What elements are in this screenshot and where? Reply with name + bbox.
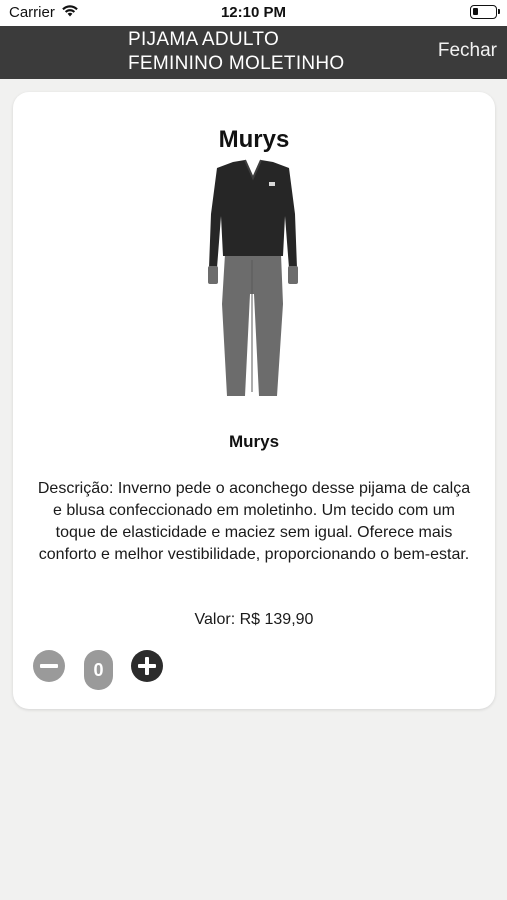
plus-circle-icon[interactable] xyxy=(131,650,163,682)
product-description: Descrição: Inverno pede o aconchego dess… xyxy=(37,480,471,563)
battery-icon xyxy=(470,5,500,19)
navigation-bar: PIJAMA ADULTO FEMININO MOLETINHO Fechar xyxy=(0,26,507,79)
page-title-line-2: FEMININO MOLETINHO xyxy=(128,53,345,74)
product-name: Murys xyxy=(228,432,280,451)
status-time: 12:10 PM xyxy=(220,4,287,21)
quantity-value: 0 xyxy=(84,650,113,690)
product-price: Valor: R$ 139,90 xyxy=(194,611,314,628)
close-button[interactable]: Fechar xyxy=(438,40,497,62)
product-card: Murys Murys Descrição: Inverno pede o ac… xyxy=(13,92,495,709)
quantity-stepper: 0 xyxy=(33,650,173,690)
status-bar: Carrier 12:10 PM xyxy=(0,0,507,26)
page-title-line-1: PIJAMA ADULTO xyxy=(128,29,280,50)
product-heading: Murys xyxy=(218,126,290,153)
page-title: PIJAMA ADULTO FEMININO MOLETINHO xyxy=(128,28,418,76)
minus-circle-icon[interactable] xyxy=(33,650,65,682)
product-image xyxy=(203,156,303,404)
